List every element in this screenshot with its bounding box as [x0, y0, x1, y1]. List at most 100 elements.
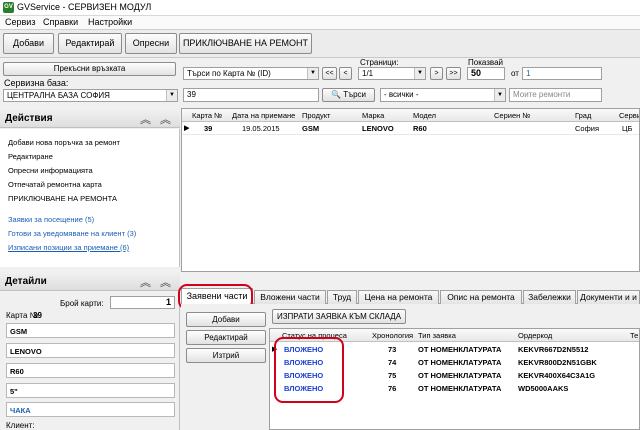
double-chevron-up-icon[interactable]: ︽: [160, 274, 171, 290]
menu-settings[interactable]: Настройки: [88, 17, 132, 27]
shown-input[interactable]: 50: [467, 67, 505, 80]
db-select-value: ЦЕНТРАЛНА БАЗА СОФИЯ: [7, 91, 110, 100]
detail-status: ЧАКА: [6, 402, 175, 417]
title-bar: GV GVService - СЕРВИЗЕН МОДУЛ: [0, 0, 640, 16]
client-label: Клиент:: [6, 421, 35, 430]
col-brand[interactable]: Марка: [362, 111, 410, 120]
row-selected-icon: ▶: [184, 125, 190, 132]
cell-chronology: 74: [388, 358, 397, 367]
magnifier-icon: 🔍: [330, 90, 341, 99]
menu-service[interactable]: Сервиз: [5, 17, 35, 27]
double-chevron-up-icon[interactable]: ︽: [140, 274, 151, 290]
cell-chronology: 73: [388, 345, 397, 354]
col-order-code[interactable]: Ордеркод: [518, 331, 552, 340]
tab-notes[interactable]: Забележки: [523, 290, 576, 304]
detail-brand: LENOVO: [6, 343, 175, 358]
search-by-select[interactable]: Търси по Карта № (ID) ▼: [183, 67, 319, 80]
finish-repair-button[interactable]: ПРИКЛЮЧВАНЕ НА РЕМОНТ: [179, 33, 312, 54]
parts-edit-button[interactable]: Редактирай: [186, 330, 266, 345]
filter-select[interactable]: - всички - ▼: [380, 88, 506, 102]
details-header: Детайли ︽ ︽: [0, 271, 180, 291]
parts-add-button[interactable]: Добави: [186, 312, 266, 327]
first-page-button[interactable]: <<: [322, 67, 337, 80]
parts-delete-button[interactable]: Изтрий: [186, 348, 266, 363]
col-product[interactable]: Продукт: [302, 111, 360, 120]
send-request-button[interactable]: ИЗПРАТИ ЗАЯВКА КЪМ СКЛАДА: [272, 309, 406, 324]
actions-title: Действия: [5, 113, 53, 124]
from-input[interactable]: 1: [522, 67, 602, 80]
highlight-status-column: [274, 337, 344, 403]
tab-documents[interactable]: Документи и и: [577, 290, 640, 304]
chevron-down-icon: ▼: [166, 90, 177, 101]
disconnect-button[interactable]: Прекъсни връзката: [3, 62, 176, 76]
col-city[interactable]: Град: [575, 111, 613, 120]
cell-product: GSM: [302, 124, 320, 133]
double-chevron-up-icon[interactable]: ︽: [140, 111, 151, 127]
double-chevron-up-icon[interactable]: ︽: [160, 111, 171, 127]
cell-card: 39: [204, 124, 213, 133]
chevron-down-icon: ▼: [307, 68, 318, 79]
cell-chronology: 76: [388, 384, 397, 393]
db-select[interactable]: ЦЕНТРАЛНА БАЗА СОФИЯ ▼: [3, 89, 178, 102]
col-chronology[interactable]: Хронология: [372, 331, 413, 340]
detail-size: 5": [6, 383, 175, 398]
action-finish-repair[interactable]: ПРИКЛЮЧВАНЕ НА РЕМОНТА: [8, 194, 117, 203]
app-logo-icon: GV: [3, 2, 14, 13]
table-row[interactable]: ▶ 39 19.05.2015 GSM LENOVO R60 София ЦБ: [182, 122, 639, 135]
tab-repair-price[interactable]: Цена на ремонта: [358, 290, 439, 304]
col-serial[interactable]: Сериен №: [494, 111, 572, 120]
search-button-label: Търси: [343, 90, 366, 99]
chevron-down-icon: ▼: [414, 68, 425, 79]
cell-request-type: ОТ НОМЕНКЛАТУРАТА: [418, 384, 502, 393]
tab-labor[interactable]: Труд: [327, 290, 357, 304]
cell-order-code: KEKVR800D2N51GBK: [518, 358, 597, 367]
my-repairs-field[interactable]: Моите ремонти: [509, 88, 602, 102]
db-label: Сервизна база:: [4, 78, 69, 88]
col-extra[interactable]: Те: [630, 331, 638, 340]
shown-label: Показвай: [468, 58, 503, 67]
action-refresh[interactable]: Опресни информацията: [8, 166, 93, 175]
cell-order-code: KEKVR667D2N5512: [518, 345, 589, 354]
search-by-value: Търси по Карта № (ID): [187, 69, 271, 78]
action-print-card[interactable]: Отпечатай ремонтна карта: [8, 180, 102, 189]
cell-order-code: KEKVR400X64C3A1G: [518, 371, 596, 380]
tab-repair-description[interactable]: Опис на ремонта: [440, 290, 522, 304]
filter-value: - всички -: [384, 90, 419, 99]
link-issued-items[interactable]: Изписани позиции за приемане (6): [8, 243, 129, 252]
cell-request-type: ОТ НОМЕНКЛАТУРАТА: [418, 371, 502, 380]
search-input[interactable]: 39: [183, 88, 319, 102]
cell-chronology: 75: [388, 371, 397, 380]
col-service[interactable]: Серви: [619, 111, 639, 120]
next-page-button[interactable]: >: [430, 67, 443, 80]
pages-label: Страници:: [360, 58, 399, 67]
search-button[interactable]: 🔍 Търси: [322, 88, 375, 102]
actions-panel: Добави нова поръчка за ремонт Редактиран…: [0, 129, 180, 267]
card-value: 39: [33, 311, 42, 320]
chevron-down-icon: ▼: [494, 89, 505, 101]
details-panel: Брой карти: 1 Карта № 39 GSM LENOVO R60 …: [0, 291, 180, 430]
link-visit-requests[interactable]: Заявки за посещение (5): [8, 215, 94, 224]
from-label: от: [511, 69, 519, 78]
col-date[interactable]: Дата на приемане: [232, 111, 300, 120]
cell-date: 19.05.2015: [242, 124, 280, 133]
col-card[interactable]: Карта №: [192, 111, 230, 120]
actions-header: Действия ︽ ︽: [0, 108, 180, 128]
col-model[interactable]: Модел: [413, 111, 491, 120]
pages-value: 1/1: [362, 69, 374, 78]
toolbar: Добави Редактирай Опресни ПРИКЛЮЧВАНЕ НА…: [0, 30, 640, 58]
last-page-button[interactable]: >>: [446, 67, 461, 80]
cell-request-type: ОТ НОМЕНКЛАТУРАТА: [418, 345, 502, 354]
edit-button[interactable]: Редактирай: [58, 33, 122, 54]
link-ready-notify[interactable]: Готови за уведомяване на клиент (3): [8, 229, 136, 238]
tab-installed-parts[interactable]: Вложени части: [254, 290, 326, 304]
pages-select[interactable]: 1/1 ▼: [358, 67, 426, 80]
cell-model: R60: [413, 124, 427, 133]
action-add-order[interactable]: Добави нова поръчка за ремонт: [8, 138, 120, 147]
action-edit[interactable]: Редактиране: [8, 152, 53, 161]
col-request-type[interactable]: Тип заявка: [418, 331, 456, 340]
menu-reports[interactable]: Справки: [43, 17, 78, 27]
menu-bar: Сервиз Справки Настройки: [0, 16, 640, 30]
add-button[interactable]: Добави: [3, 33, 54, 54]
prev-page-button[interactable]: <: [339, 67, 352, 80]
refresh-button[interactable]: Опресни: [125, 33, 177, 54]
